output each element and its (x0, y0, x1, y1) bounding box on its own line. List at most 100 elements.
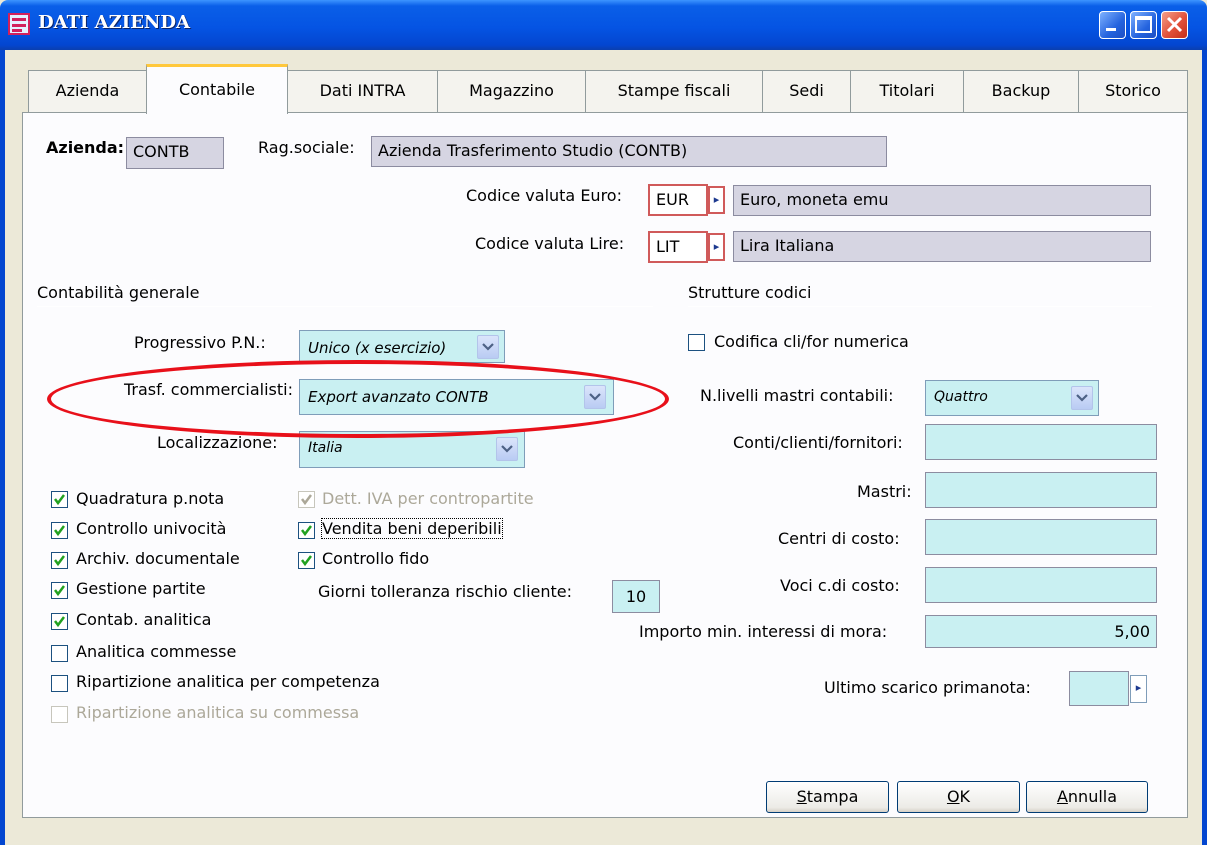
mastri-label: Mastri: (857, 482, 912, 501)
vendita-beni-deperibili-checkbox[interactable] (298, 522, 315, 539)
dett-iva-label: Dett. IVA per contropartite (322, 489, 534, 508)
analitica-commesse-checkbox[interactable] (51, 645, 68, 662)
tab-stampe-fiscali[interactable]: Stampe fiscali (585, 70, 763, 112)
voci-costo-field[interactable] (925, 567, 1157, 603)
section-divider (37, 306, 653, 307)
controllo-univocita-checkbox[interactable] (51, 522, 68, 539)
importo-mora-label: Importo min. interessi di mora: (639, 622, 888, 641)
localizzazione-label: Localizzazione: (157, 433, 278, 452)
archiv-documentale-checkbox[interactable] (51, 552, 68, 569)
minimize-icon (1106, 28, 1116, 31)
giorni-tolleranza-field[interactable]: 10 (612, 580, 660, 613)
annulla-button[interactable]: Annulla (1026, 781, 1148, 813)
arrow-right-icon: ▸ (713, 240, 720, 253)
ripartizione-commessa-checkbox (51, 706, 68, 723)
ok-mnemonic: O (946, 787, 960, 806)
contab-analitica-checkbox[interactable] (51, 613, 68, 630)
checkmark-icon (54, 616, 65, 628)
valuta-euro-label: Codice valuta Euro: (466, 186, 622, 205)
gestione-partite-label[interactable]: Gestione partite (76, 579, 206, 598)
app-icon (8, 13, 30, 35)
ripartizione-commessa-label: Ripartizione analitica su commessa (76, 703, 360, 722)
mastri-field[interactable] (925, 472, 1157, 508)
checkmark-icon (301, 494, 312, 506)
conti-clienti-field[interactable] (925, 424, 1157, 460)
valuta-euro-lookup-button[interactable]: ▸ (708, 186, 725, 214)
tab-azienda[interactable]: Azienda (28, 70, 147, 112)
ok-label: K (959, 787, 971, 806)
maximize-icon (1135, 16, 1152, 33)
voci-costo-label: Voci c.di costo: (780, 576, 900, 595)
stampa-mnemonic: S (796, 787, 807, 806)
annulla-label: nnulla (1067, 787, 1118, 806)
quadratura-checkbox[interactable] (51, 491, 68, 508)
checkmark-icon (301, 525, 312, 537)
conti-clienti-label: Conti/clienti/fornitori: (733, 433, 903, 452)
ok-button[interactable]: OK (897, 781, 1020, 813)
controllo-fido-checkbox[interactable] (298, 552, 315, 569)
chevron-down-icon (501, 445, 513, 453)
close-button[interactable] (1161, 11, 1188, 39)
section-divider (688, 306, 1152, 307)
tab-dati-intra[interactable]: Dati INTRA (287, 70, 438, 112)
valuta-lire-code-field[interactable]: LIT (648, 231, 708, 263)
maximize-button[interactable] (1130, 11, 1157, 39)
rag-sociale-field[interactable]: Azienda Trasferimento Studio (CONTB) (371, 136, 887, 167)
ripartizione-competenza-label[interactable]: Ripartizione analitica per competenza (76, 672, 380, 691)
localizzazione-dropdown[interactable]: Italia (299, 431, 525, 468)
valuta-lire-label: Codice valuta Lire: (475, 234, 625, 253)
rag-sociale-label: Rag.sociale: (258, 138, 355, 157)
localizzazione-dropdown-button[interactable] (496, 437, 518, 461)
codifica-numerica-label[interactable]: Codifica cli/for numerica (714, 332, 909, 351)
centri-costo-field[interactable] (925, 519, 1157, 555)
quadratura-label[interactable]: Quadratura p.nota (76, 489, 224, 508)
section-title-contabilita: Contabilità generale (37, 283, 200, 302)
chevron-down-icon (1076, 394, 1088, 402)
livelli-mastri-dropdown-button[interactable] (1071, 386, 1093, 410)
analitica-commesse-label[interactable]: Analitica commesse (76, 642, 236, 661)
valuta-lire-lookup-button[interactable]: ▸ (708, 233, 725, 261)
checkmark-icon (54, 525, 65, 537)
progressivo-dropdown-button[interactable] (477, 335, 499, 359)
archiv-documentale-label[interactable]: Archiv. documentale (76, 549, 240, 568)
close-icon (1166, 16, 1183, 33)
centri-costo-label: Centri di costo: (778, 529, 900, 548)
minimize-button[interactable] (1099, 11, 1126, 39)
controllo-univocita-label[interactable]: Controllo univocità (76, 519, 226, 538)
trasf-commercialisti-dropdown[interactable]: Export avanzato CONTB (299, 379, 614, 415)
valuta-lire-desc-field[interactable]: Lira Italiana (733, 231, 1151, 262)
checkmark-icon (54, 555, 65, 567)
vendita-beni-deperibili-label[interactable]: Vendita beni deperibili (321, 518, 503, 539)
azienda-field[interactable]: CONTB (126, 137, 224, 169)
progressivo-label: Progressivo P.N.: (134, 333, 266, 352)
ultimo-scarico-field[interactable] (1069, 671, 1129, 706)
tab-backup[interactable]: Backup (963, 70, 1079, 112)
section-title-strutture: Strutture codici (688, 283, 812, 302)
ultimo-scarico-lookup-button[interactable]: ▸ (1130, 675, 1147, 703)
tab-magazzino[interactable]: Magazzino (437, 70, 586, 112)
contab-analitica-label[interactable]: Contab. analitica (76, 610, 211, 629)
progressivo-dropdown[interactable]: Unico (x esercizio) (299, 330, 505, 363)
tab-storico[interactable]: Storico (1078, 70, 1188, 112)
ripartizione-competenza-checkbox[interactable] (51, 675, 68, 692)
tab-contabile[interactable]: Contabile (146, 64, 288, 114)
trasf-commercialisti-dropdown-button[interactable] (584, 385, 606, 409)
tab-sedi[interactable]: Sedi (762, 70, 851, 112)
stampa-button[interactable]: Stampa (766, 781, 889, 813)
checkmark-icon (54, 585, 65, 597)
checkmark-icon (301, 555, 312, 567)
arrow-right-icon: ▸ (1135, 681, 1142, 694)
livelli-mastri-label: N.livelli mastri contabili: (700, 386, 894, 405)
gestione-partite-checkbox[interactable] (51, 582, 68, 599)
stampa-label: tampa (806, 787, 859, 806)
controllo-fido-label[interactable]: Controllo fido (322, 549, 429, 568)
codifica-numerica-checkbox[interactable] (688, 334, 705, 351)
window-title: DATI AZIENDA (38, 12, 190, 33)
giorni-tolleranza-label: Giorni tolleranza rischio cliente: (318, 582, 573, 601)
valuta-euro-desc-field[interactable]: Euro, moneta emu (733, 185, 1151, 216)
azienda-label: Azienda: (46, 138, 125, 157)
valuta-euro-code-field[interactable]: EUR (648, 184, 708, 216)
tab-titolari[interactable]: Titolari (850, 70, 964, 112)
importo-mora-field[interactable]: 5,00 (925, 615, 1157, 648)
chevron-down-icon (482, 343, 494, 351)
